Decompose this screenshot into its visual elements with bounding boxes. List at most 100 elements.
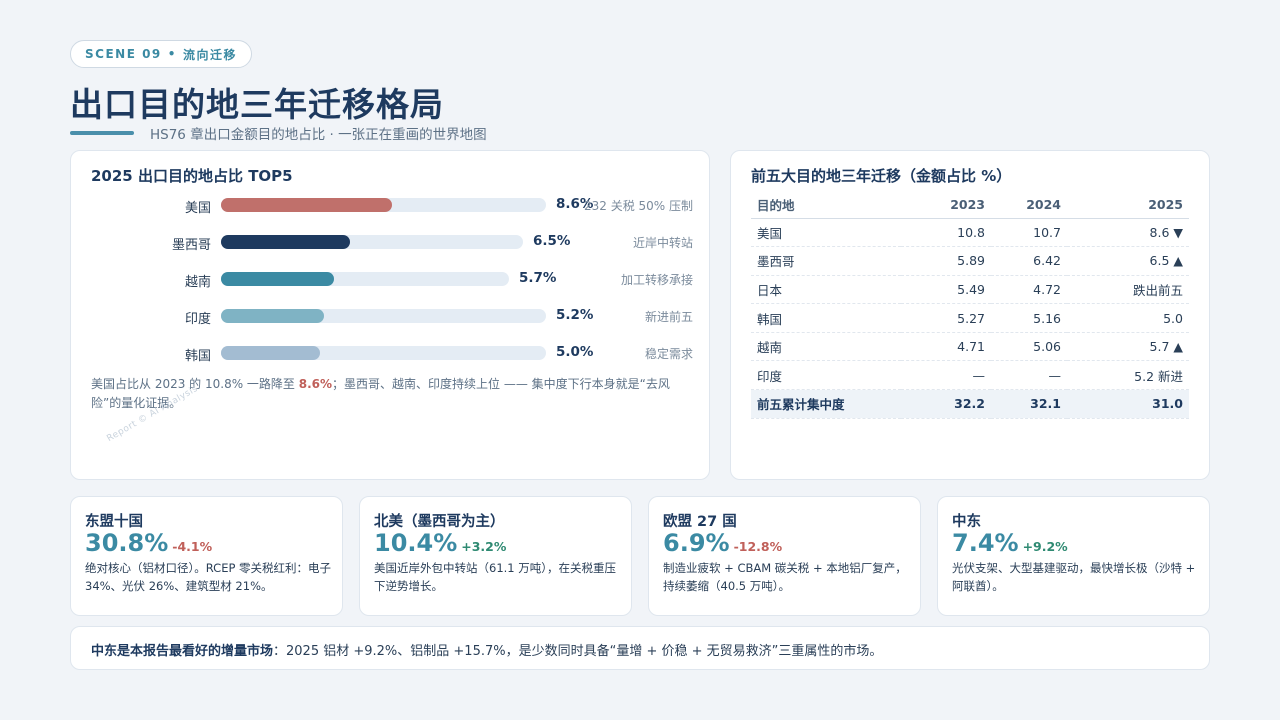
bar-row: 美国 8.6% 232 关税 50% 压制 — [71, 195, 711, 216]
top5-card: 2025 出口目的地占比 TOP5 美国 8.6% 232 关税 50% 压制 墨西哥… — [70, 150, 710, 480]
region-desc: 光伏支架、大型基建驱动，最快增长极（沙特 + 阿联酋）。 — [952, 561, 1196, 593]
col-header: 2023 — [901, 191, 991, 219]
cell-total-2025: 31.0 — [1067, 389, 1189, 419]
region-desc: 美国近岸外包中转站（61.1 万吨），在关税重压下逆势增长。 — [374, 561, 617, 593]
region-delta: +3.2% — [461, 539, 507, 554]
table-row: 越南 4.71 5.06 5.7 ▲ — [751, 332, 1189, 362]
cell-destination: 日本 — [751, 275, 901, 305]
bar-label: 美国 — [184, 201, 211, 216]
region-share-line: 6.9% -12.8% — [663, 529, 782, 557]
region-name: 东盟十国 — [85, 514, 143, 530]
cell-destination: 墨西哥 — [751, 246, 901, 276]
cell-2025: 6.5 ▲ — [1067, 246, 1189, 276]
bar-row: 墨西哥 6.5% 近岸中转站 — [71, 232, 711, 253]
cell-2023: 10.8 — [901, 218, 991, 248]
bar-value: 6.5% — [533, 233, 571, 249]
scene-number: SCENE 09 — [85, 47, 162, 61]
bar-label: 墨西哥 — [171, 238, 211, 253]
region-desc: 绝对核心（铝材口径）。RCEP 零关税红利：电子 34%、光伏 26%、建筑型材… — [85, 561, 332, 593]
region-share-line: 30.8% -4.1% — [85, 529, 212, 557]
table-body: 美国 10.8 10.7 8.6 ▼ 墨西哥 5.89 6.42 6.5 ▲ 日本 5.49 4.7… — [751, 218, 1189, 419]
bar-note: 稳定需求 — [644, 347, 693, 361]
cell-total-2024: 32.1 — [991, 389, 1067, 419]
bar-note: 近岸中转站 — [632, 236, 693, 250]
bar-fill — [221, 198, 392, 212]
cell-2025: 5.0 — [1067, 303, 1189, 333]
region-name: 欧盟 27 国 — [663, 514, 737, 530]
region-share-line: 10.4% +3.2% — [374, 529, 506, 557]
table-row: 日本 5.49 4.72 跌出前五 — [751, 275, 1189, 305]
table-row: 墨西哥 5.89 6.42 6.5 ▲ — [751, 246, 1189, 276]
cell-destination: 越南 — [751, 332, 901, 362]
summary-strong: 中东是本报告最看好的增量市场 — [91, 644, 274, 659]
page-title: 出口目的地三年迁移格局 — [70, 85, 444, 124]
bar-fill — [221, 272, 334, 286]
summary-bar: 中东是本报告最看好的增量市场：2025 铝材 +9.2%、铝制品 +15.7%，… — [70, 626, 1210, 670]
cell-2025: 跌出前五 — [1067, 275, 1189, 305]
region-name: 中东 — [952, 514, 981, 530]
region-share: 30.8% — [85, 529, 169, 557]
col-header: 2024 — [991, 191, 1067, 219]
cell-2023: 5.27 — [901, 303, 991, 333]
region-delta: -12.8% — [733, 539, 783, 554]
region-card: 北美（墨西哥为主） 10.4% +3.2% 美国近岸外包中转站（61.1 万吨），在关… — [359, 496, 632, 616]
summary-text: 中东是本报告最看好的增量市场：2025 铝材 +9.2%、铝制品 +15.7%，… — [91, 640, 882, 659]
migration-table: 目的地 2023 2024 2025 美国 10.8 10.7 8.6 ▼ 墨西哥 5.8… — [751, 191, 1189, 419]
col-header: 2025 — [1067, 191, 1189, 219]
table-row: 韩国 5.27 5.16 5.0 — [751, 303, 1189, 333]
total-row: 前五累计集中度 32.2 32.1 31.0 — [751, 389, 1189, 419]
bar-note: 新进前五 — [644, 310, 693, 324]
cell-2023: — — [901, 360, 991, 391]
cell-2024: 6.42 — [991, 246, 1067, 276]
region-delta: -4.1% — [172, 539, 213, 554]
table-header-row: 目的地 2023 2024 2025 — [751, 191, 1189, 219]
migration-card: 前五大目的地三年迁移（金额占比 %） 目的地 2023 2024 2025 美国… — [730, 150, 1210, 480]
bar-row: 印度 5.2% 新进前五 — [71, 306, 711, 327]
scene-name: 流向迁移 — [182, 47, 237, 62]
cell-2023: 4.71 — [901, 332, 991, 362]
bar-fill — [221, 235, 350, 249]
bar-label: 越南 — [184, 275, 211, 290]
region-delta: +9.2% — [1022, 539, 1068, 554]
bar-fill — [221, 309, 324, 323]
region-card: 欧盟 27 国 6.9% -12.8% 制造业疲软 + CBAM 碳关税 + 本地铝厂… — [648, 496, 921, 616]
region-share: 10.4% — [374, 529, 458, 557]
region-share: 6.9% — [663, 529, 730, 557]
cell-2024: — — [991, 360, 1067, 391]
bar-row: 越南 5.7% 加工转移承接 — [71, 269, 711, 290]
summary-body: ：2025 铝材 +9.2%、铝制品 +15.7%，是少数同时具备“量增 + 价… — [273, 644, 883, 659]
cell-2024: 5.06 — [991, 332, 1067, 362]
cell-2025: 5.7 ▲ — [1067, 332, 1189, 362]
bar-label: 韩国 — [184, 349, 211, 364]
bar-row: 韩国 5.0% 稳定需求 — [71, 343, 711, 364]
bar-note: 加工转移承接 — [620, 273, 693, 287]
region-name: 北美（墨西哥为主） — [374, 514, 505, 530]
top5-title: 2025 出口目的地占比 TOP5 — [91, 167, 293, 185]
page-subtitle: HS76 章出口金额目的地占比 · 一张正在重画的世界地图 — [150, 127, 487, 143]
cell-2023: 5.49 — [901, 275, 991, 305]
bar-label: 印度 — [184, 312, 211, 327]
cell-2023: 5.89 — [901, 246, 991, 276]
scene-tag: SCENE 09 • 流向迁移 — [70, 40, 252, 68]
note-highlight: 8.6% — [298, 377, 333, 391]
cell-2025: 8.6 ▼ — [1067, 218, 1189, 248]
region-share: 7.4% — [952, 529, 1019, 557]
cell-destination: 印度 — [751, 360, 901, 391]
bar-value: 5.2% — [556, 307, 594, 323]
bar-value: 5.0% — [556, 344, 594, 360]
table-row: 美国 10.8 10.7 8.6 ▼ — [751, 218, 1189, 248]
col-header: 目的地 — [751, 191, 901, 219]
region-card: 东盟十国 30.8% -4.1% 绝对核心（铝材口径）。RCEP 零关税红利：电子 3… — [70, 496, 343, 616]
cell-2024: 5.16 — [991, 303, 1067, 333]
cell-destination: 韩国 — [751, 303, 901, 333]
cell-2024: 4.72 — [991, 275, 1067, 305]
scene-separator: • — [167, 47, 177, 61]
migration-title: 前五大目的地三年迁移（金额占比 %） — [751, 167, 1012, 185]
cell-2024: 10.7 — [991, 218, 1067, 248]
cell-destination: 美国 — [751, 218, 901, 248]
bar-value: 5.7% — [519, 270, 557, 286]
region-desc: 制造业疲软 + CBAM 碳关税 + 本地铝厂复产，持续萎缩（40.5 万吨）。 — [663, 561, 907, 593]
bar-fill — [221, 346, 320, 360]
cell-total-label: 前五累计集中度 — [751, 389, 901, 419]
cell-total-2023: 32.2 — [901, 389, 991, 419]
